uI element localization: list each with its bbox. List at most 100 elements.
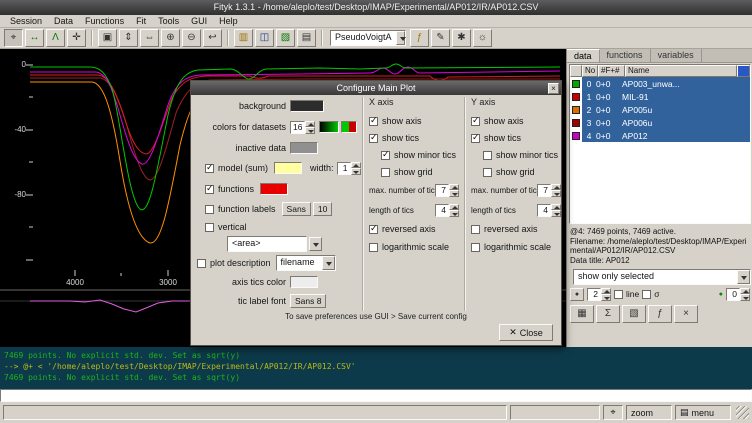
- preferences-icon[interactable]: ☼: [473, 29, 492, 47]
- spin-down-icon[interactable]: [551, 210, 561, 217]
- table-row[interactable]: 1 0+0 MIL-91: [570, 90, 750, 103]
- menu-button[interactable]: ▤ menu: [675, 405, 731, 420]
- color-swatch-cell[interactable]: [570, 129, 582, 142]
- menu-fit[interactable]: Fit: [130, 15, 152, 27]
- tools-icon[interactable]: ✱: [452, 29, 471, 47]
- color-swatch-cell[interactable]: [570, 116, 582, 129]
- plot-description-checkbox[interactable]: [197, 259, 206, 268]
- color-swatch-cell[interactable]: [570, 77, 582, 90]
- activate-mode-icon[interactable]: ✛: [67, 29, 86, 47]
- filter-combo[interactable]: show only selected: [573, 269, 751, 285]
- name-column-header[interactable]: Name: [625, 65, 737, 77]
- zoom-in-icon[interactable]: ⊕: [161, 29, 180, 47]
- sigma-checkbox[interactable]: [642, 290, 651, 299]
- y-show-minor-tics-checkbox[interactable]: [483, 151, 492, 160]
- tic-font-button[interactable]: Sans 8: [290, 294, 326, 308]
- new-dataset-icon[interactable]: ▦: [570, 305, 594, 323]
- x-reversed-checkbox[interactable]: [369, 225, 378, 234]
- dataset-colors-gradient-swatch[interactable]: [319, 121, 339, 133]
- output-console[interactable]: 7469 points. No explicit std. dev. Set a…: [0, 347, 752, 389]
- model-checkbox[interactable]: [205, 164, 214, 173]
- peak-add-mode-icon[interactable]: Λ: [46, 29, 65, 47]
- line-checkbox[interactable]: [614, 290, 623, 299]
- dataset-colors-stepper[interactable]: 16: [290, 121, 315, 134]
- tab-data[interactable]: data: [567, 49, 600, 62]
- zoom-mode-icon[interactable]: ⌖: [4, 29, 23, 47]
- y-log-checkbox[interactable]: [471, 243, 480, 252]
- chevron-down-icon[interactable]: [396, 31, 405, 45]
- x-show-grid-checkbox[interactable]: [381, 168, 390, 177]
- tab-functions[interactable]: functions: [600, 49, 651, 62]
- y-show-tics-checkbox[interactable]: [471, 134, 480, 143]
- zoom-control[interactable]: zoom: [626, 405, 672, 420]
- close-icon[interactable]: ×: [548, 83, 559, 94]
- table-row[interactable]: 4 0+0 AP012: [570, 129, 750, 142]
- dialog-titlebar[interactable]: Configure Main Plot ×: [191, 81, 561, 95]
- inactive-data-swatch[interactable]: [290, 142, 318, 154]
- y-show-grid-checkbox[interactable]: [483, 168, 492, 177]
- spin-down-icon[interactable]: [740, 294, 750, 301]
- axis-tics-color-swatch[interactable]: [290, 276, 318, 288]
- color-swatch-cell[interactable]: [570, 103, 582, 116]
- delete-dataset-icon[interactable]: ×: [674, 305, 698, 323]
- command-input[interactable]: [0, 389, 752, 402]
- functions-checkbox[interactable]: [205, 185, 214, 194]
- model-color-swatch[interactable]: [274, 162, 302, 174]
- menu-session[interactable]: Session: [4, 15, 48, 27]
- dataset-list[interactable]: No #F+# Name 0 0+0 AP003_unwa... 1 0+0 M…: [569, 64, 751, 224]
- menu-data[interactable]: Data: [48, 15, 79, 27]
- spin-down-icon[interactable]: [551, 190, 561, 197]
- x-max-tics-stepper[interactable]: 7: [435, 184, 459, 197]
- x-show-axis-checkbox[interactable]: [369, 117, 378, 126]
- menu-tools[interactable]: Tools: [152, 15, 185, 27]
- x-show-minor-tics-checkbox[interactable]: [381, 151, 390, 160]
- label-font-size-button[interactable]: 10: [313, 202, 332, 216]
- zoom-horizontal-icon[interactable]: ⇔: [140, 29, 159, 47]
- y-tic-length-stepper[interactable]: 4: [537, 204, 561, 217]
- edit-settings-icon[interactable]: ✎: [431, 29, 450, 47]
- zoom-previous-icon[interactable]: ↩: [203, 29, 222, 47]
- spin-down-icon[interactable]: [449, 210, 459, 217]
- dataset-colors-range-swatch[interactable]: [341, 121, 357, 133]
- range-mode-icon[interactable]: ↔: [25, 29, 44, 47]
- edit-function-icon[interactable]: ƒ: [648, 305, 672, 323]
- no-column-header[interactable]: No: [582, 65, 598, 77]
- chevron-down-icon[interactable]: [309, 237, 322, 251]
- point-style-icon[interactable]: ●: [570, 288, 584, 301]
- menu-gui[interactable]: GUI: [185, 15, 213, 27]
- function-type-combo[interactable]: PseudoVoigtA: [330, 30, 406, 46]
- save-session-icon[interactable]: ◫: [255, 29, 274, 47]
- menu-help[interactable]: Help: [213, 15, 244, 27]
- y-show-axis-checkbox[interactable]: [471, 117, 480, 126]
- sum-datasets-icon[interactable]: Σ: [596, 305, 620, 323]
- chevron-down-icon[interactable]: [322, 256, 335, 270]
- x-show-tics-checkbox[interactable]: [369, 134, 378, 143]
- chevron-down-icon[interactable]: [737, 270, 750, 284]
- close-button[interactable]: ✕ Close: [499, 324, 553, 341]
- table-row[interactable]: 3 0+0 AP006u: [570, 116, 750, 129]
- description-position-combo[interactable]: <area>: [227, 236, 307, 252]
- zoom-out-icon[interactable]: ⊖: [182, 29, 201, 47]
- plot-description-combo[interactable]: filename: [276, 255, 336, 271]
- shift-stepper[interactable]: 0: [726, 288, 750, 301]
- y-reversed-checkbox[interactable]: [471, 225, 480, 234]
- table-row[interactable]: 2 0+0 AP005u: [570, 103, 750, 116]
- add-function-icon[interactable]: ƒ: [410, 29, 429, 47]
- vertical-checkbox[interactable]: [205, 223, 214, 232]
- label-font-button[interactable]: Sans: [282, 202, 311, 216]
- functions-color-swatch[interactable]: [260, 183, 288, 195]
- titlebar[interactable]: Fityk 1.3.1 - /home/aleplo/test/Desktop/…: [0, 0, 752, 15]
- spin-down-icon[interactable]: [305, 127, 315, 134]
- model-width-stepper[interactable]: 1: [337, 162, 361, 175]
- functions-column-header[interactable]: #F+#: [598, 65, 625, 77]
- script-log-icon[interactable]: ▤: [297, 29, 316, 47]
- open-file-icon[interactable]: ▥: [234, 29, 253, 47]
- spin-down-icon[interactable]: [601, 294, 611, 301]
- spin-down-icon[interactable]: [351, 168, 361, 175]
- dataset-list-icon[interactable]: [737, 65, 750, 77]
- export-image-icon[interactable]: ▧: [276, 29, 295, 47]
- x-log-checkbox[interactable]: [369, 243, 378, 252]
- y-max-tics-stepper[interactable]: 7: [537, 184, 561, 197]
- x-tic-length-stepper[interactable]: 4: [435, 204, 459, 217]
- tab-variables[interactable]: variables: [651, 49, 702, 62]
